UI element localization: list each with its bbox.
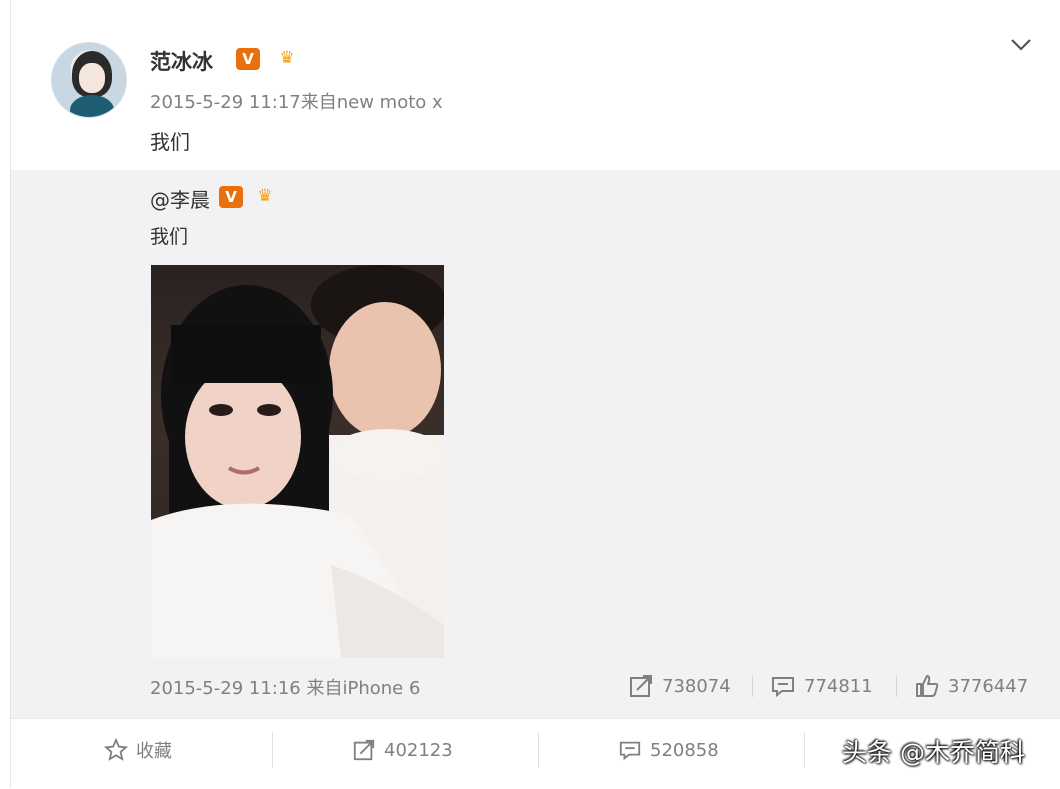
share-icon <box>630 675 652 697</box>
weibo-post-card: 范冰冰 V ♛ 2015-5-29 11:17来自new moto x 我们 @… <box>0 0 1060 789</box>
comment-button-count: 520858 <box>650 739 719 761</box>
comment-count: 774811 <box>804 675 873 697</box>
repost-verified-v-badge-icon: V <box>219 186 243 208</box>
stat-divider <box>896 675 897 697</box>
repost-member-crown-icon: ♛ <box>257 186 273 206</box>
author-avatar[interactable] <box>51 42 127 118</box>
repost-share-stat[interactable]: 738074 <box>628 672 731 700</box>
favorite-button[interactable]: 收藏 <box>104 734 172 766</box>
comment-icon <box>772 677 794 698</box>
comment-icon <box>619 741 641 761</box>
action-divider <box>804 732 805 768</box>
comment-button[interactable]: 520858 <box>618 734 719 766</box>
share-count: 738074 <box>662 675 731 697</box>
source-watermark: 头条 @木乔简科 <box>842 738 1025 767</box>
share-icon <box>353 739 375 761</box>
like-count: 3776447 <box>948 675 1029 697</box>
like-icon <box>916 675 939 697</box>
member-crown-icon: ♛ <box>279 48 295 68</box>
repost-comment-stat[interactable]: 774811 <box>770 672 873 700</box>
chevron-down-icon[interactable] <box>1006 30 1036 58</box>
favorite-label: 收藏 <box>136 741 172 762</box>
repost-text: 我们 <box>150 226 189 248</box>
repost-like-stat[interactable]: 3776447 <box>914 672 1028 700</box>
repost-photo[interactable] <box>151 265 444 658</box>
post-meta: 2015-5-29 11:17来自new moto x <box>150 92 443 113</box>
star-icon <box>104 738 128 761</box>
action-divider <box>272 732 273 768</box>
repost-author-name[interactable]: @李晨 <box>150 184 210 213</box>
share-button[interactable]: 402123 <box>352 734 453 766</box>
author-name[interactable]: 范冰冰 <box>150 46 213 76</box>
repost-meta: 2015-5-29 11:16 来自iPhone 6 <box>150 678 421 699</box>
post-text: 我们 <box>150 130 190 154</box>
verified-v-badge-icon: V <box>236 48 260 70</box>
share-button-count: 402123 <box>384 739 453 761</box>
action-divider <box>538 732 539 768</box>
stat-divider <box>752 675 753 697</box>
